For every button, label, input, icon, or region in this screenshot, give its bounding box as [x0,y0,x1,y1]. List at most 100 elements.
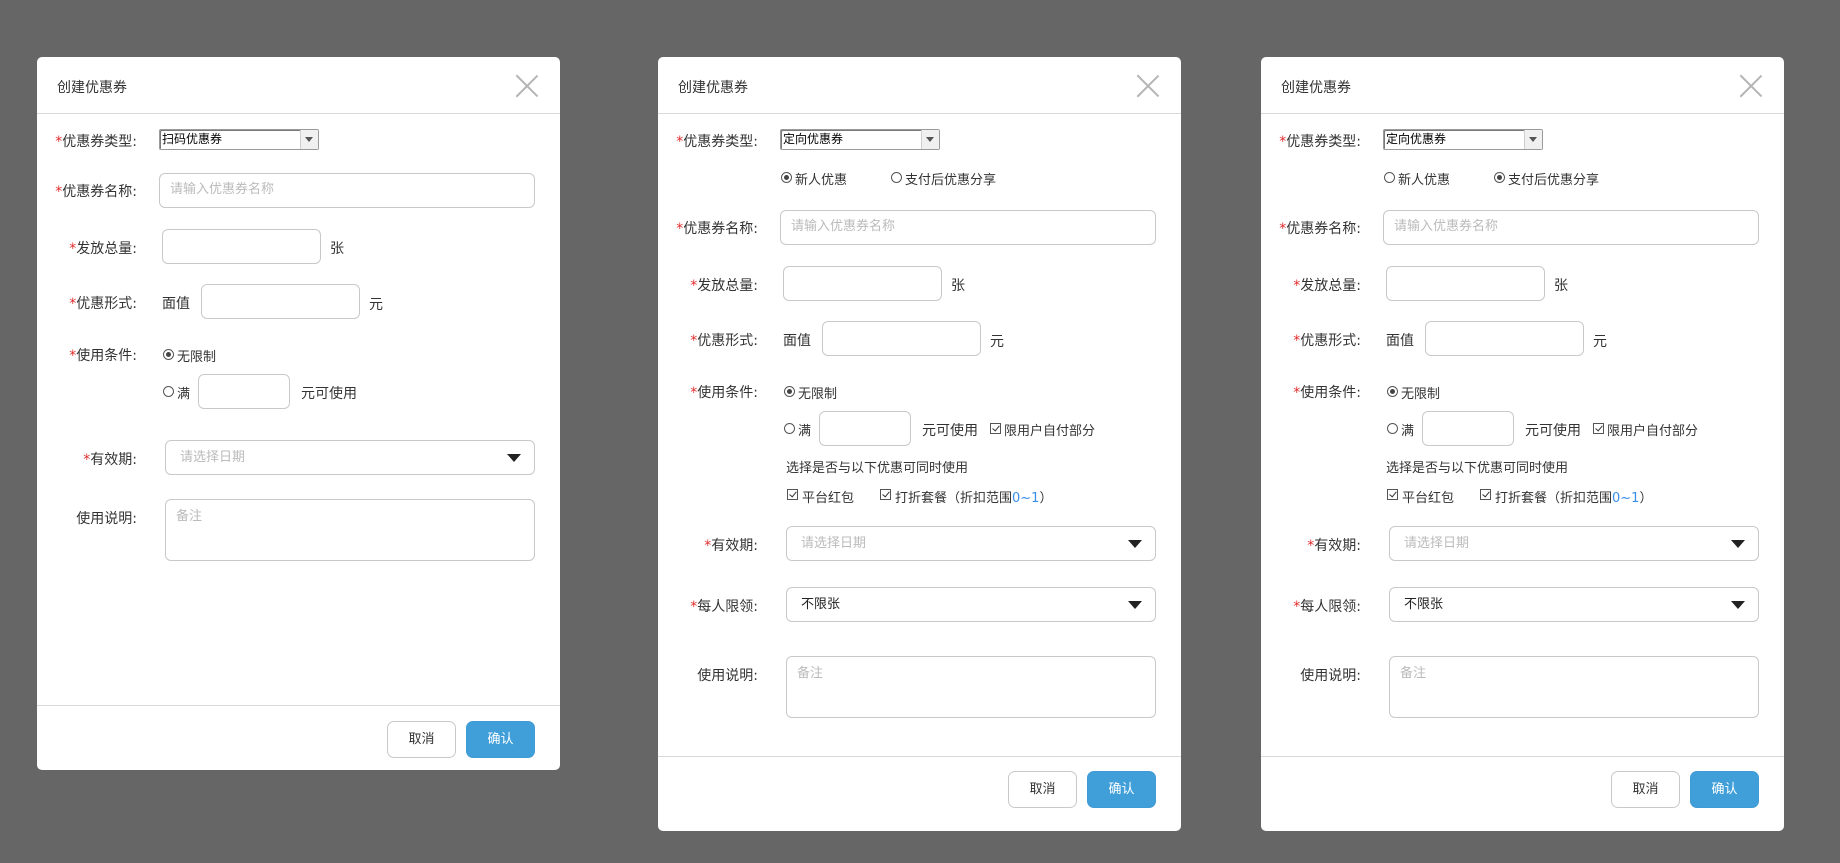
desc-textarea[interactable]: 备注 [786,656,1156,718]
cancel-button[interactable]: 取消 [1008,771,1077,808]
chevron-down-icon [921,130,939,149]
form-label: *优惠形式: [69,296,137,312]
unlimited-radio[interactable] [784,386,795,397]
dialog-header: 创建优惠券 [37,57,560,114]
footer-divider [37,705,560,706]
per-user-limit-select[interactable]: 不限张 [786,587,1156,622]
total-label: *发放总量: [690,278,758,294]
unlimited-radio[interactable] [1387,386,1398,397]
validity-date-picker[interactable]: 请选择日期 [1389,526,1759,561]
coupon-name-label: *优惠券名称: [1279,221,1361,237]
new-user-radio[interactable] [1384,172,1395,183]
validity-label: *有效期: [1307,538,1361,554]
total-input[interactable] [783,266,942,301]
chevron-down-icon [1524,130,1542,149]
close-icon[interactable] [1740,75,1762,97]
total-input[interactable] [1386,266,1545,301]
combine-hint: 选择是否与以下优惠可同时使用 [1386,461,1569,476]
total-input[interactable] [162,229,321,264]
coupon-name-label: *优惠券名称: [55,184,137,200]
desc-textarea[interactable]: 备注 [1389,656,1759,718]
condition-label: *使用条件: [1293,385,1361,401]
coupon-type-label: *优惠券类型: [55,134,137,150]
face-value-unit: 元 [1593,334,1607,350]
new-user-label: 新人优惠 [795,173,848,188]
threshold-label: 满 [1401,424,1415,439]
per-user-limit-label: *每人限领: [1293,599,1361,615]
footer-divider [658,756,1181,757]
dialog-header: 创建优惠券 [658,57,1181,114]
unlimited-label: 无限制 [798,387,838,402]
coupon-dialog-targeted-share: 创建优惠券 *优惠券类型: 定向优惠券 新人优惠 支付后优惠分享 *优惠券名称:… [1261,57,1784,831]
threshold-radio[interactable] [163,386,174,397]
threshold-unit: 元可使用 [1525,423,1581,439]
coupon-type-select[interactable]: 定向优惠券 [780,129,940,150]
face-value-label: 面值 [783,333,811,349]
threshold-input[interactable] [819,411,911,446]
confirm-button[interactable]: 确认 [466,721,535,758]
cancel-button[interactable]: 取消 [387,721,456,758]
threshold-input[interactable] [1422,411,1514,446]
coupon-name-input[interactable]: 请输入优惠券名称 [780,210,1156,245]
discount-package-checkbox[interactable] [1480,489,1491,500]
close-icon[interactable] [1137,75,1159,97]
total-label: *发放总量: [1293,278,1361,294]
self-pay-only-checkbox[interactable] [990,423,1001,434]
validity-label: *有效期: [83,452,137,468]
face-value-input[interactable] [822,321,981,356]
red-packet-label: 平台红包 [802,491,855,506]
coupon-type-label: *优惠券类型: [676,134,758,150]
confirm-button[interactable]: 确认 [1087,771,1156,808]
discount-range-link[interactable]: 0~1 [1012,491,1039,506]
desc-label: 使用说明: [1300,668,1361,684]
coupon-type-select[interactable]: 扫码优惠券 [159,129,319,150]
chevron-down-icon [1128,540,1142,548]
discount-package-checkbox[interactable] [880,489,891,500]
threshold-radio[interactable] [784,423,795,434]
face-value-input[interactable] [201,284,360,319]
self-pay-only-checkbox[interactable] [1593,423,1604,434]
condition-label: *使用条件: [690,385,758,401]
new-user-radio[interactable] [781,172,792,183]
coupon-name-input[interactable]: 请输入优惠券名称 [1383,210,1759,245]
post-pay-share-radio[interactable] [1494,172,1505,183]
validity-date-picker[interactable]: 请选择日期 [786,526,1156,561]
total-label: *发放总量: [69,241,137,257]
condition-label: *使用条件: [69,348,137,364]
chevron-down-icon [1128,601,1142,609]
total-unit: 张 [951,278,965,294]
face-value-unit: 元 [990,334,1004,350]
face-value-input[interactable] [1425,321,1584,356]
threshold-label: 满 [177,387,191,402]
threshold-radio[interactable] [1387,423,1398,434]
combine-hint: 选择是否与以下优惠可同时使用 [786,461,969,476]
face-value-unit: 元 [369,297,383,313]
dialog-title: 创建优惠券 [57,80,127,96]
threshold-input[interactable] [198,374,290,409]
cancel-button[interactable]: 取消 [1611,771,1680,808]
red-packet-checkbox[interactable] [787,489,798,500]
red-packet-checkbox[interactable] [1387,489,1398,500]
discount-range-link[interactable]: 0~1 [1612,491,1639,506]
chevron-down-icon [1731,540,1745,548]
confirm-button[interactable]: 确认 [1690,771,1759,808]
unlimited-radio[interactable] [163,349,174,360]
coupon-type-select[interactable]: 定向优惠券 [1383,129,1543,150]
dialog-title: 创建优惠券 [678,80,748,96]
desc-textarea[interactable]: 备注 [165,499,535,561]
coupon-name-label: *优惠券名称: [676,221,758,237]
red-packet-label: 平台红包 [1402,491,1455,506]
close-icon[interactable] [516,75,538,97]
unlimited-label: 无限制 [177,350,217,365]
per-user-limit-label: *每人限领: [690,599,758,615]
validity-date-picker[interactable]: 请选择日期 [165,440,535,475]
post-pay-share-radio[interactable] [891,172,902,183]
total-unit: 张 [330,241,344,257]
coupon-name-input[interactable]: 请输入优惠券名称 [159,173,535,208]
per-user-limit-select[interactable]: 不限张 [1389,587,1759,622]
coupon-dialog-targeted-new: 创建优惠券 *优惠券类型: 定向优惠券 新人优惠 支付后优惠分享 *优惠券名称:… [658,57,1181,831]
coupon-type-label: *优惠券类型: [1279,134,1361,150]
validity-label: *有效期: [704,538,758,554]
footer-divider [1261,756,1784,757]
self-pay-only-label: 限用户自付部分 [1004,424,1096,439]
